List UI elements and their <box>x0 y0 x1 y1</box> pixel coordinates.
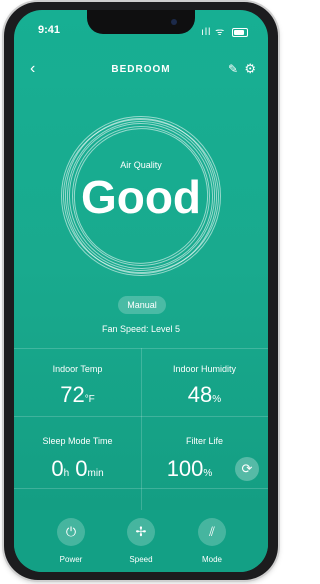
mode-pill[interactable]: Manual <box>118 296 166 314</box>
camera <box>171 19 177 25</box>
speed-label: Speed <box>129 555 153 564</box>
indoor-temp-value: 72°F <box>60 382 95 407</box>
air-quality-label: Air Quality <box>120 160 162 170</box>
bottom-controls: ⏻ Power ✢ Speed ⫽ Mode <box>14 510 268 572</box>
indoor-temp-label: Indoor Temp <box>52 364 103 374</box>
filter-life-label: Filter Life <box>185 436 223 446</box>
signal-icon: ıll <box>201 27 212 38</box>
power-button[interactable]: ⏻ Power <box>41 518 101 564</box>
phone-frame: 9:41 ıll ᯤ ‹ BEDROOM ✎ ⚙ Air Quality Goo… <box>4 2 278 580</box>
gear-icon[interactable]: ⚙ <box>244 61 256 77</box>
fan-speed-text: Fan Speed: Level 5 <box>101 324 181 334</box>
power-icon: ⏻ <box>57 518 85 546</box>
air-quality-value: Good <box>80 171 202 223</box>
indoor-humidity-label: Indoor Humidity <box>172 364 237 374</box>
mode-button[interactable]: ⫽ Mode <box>182 518 242 564</box>
battery-icon <box>232 27 248 37</box>
indoor-humidity-value: 48% <box>187 382 222 407</box>
app-screen: 9:41 ıll ᯤ ‹ BEDROOM ✎ ⚙ Air Quality Goo… <box>14 10 268 572</box>
fan-icon: ✢ <box>127 518 155 546</box>
mode-icon: ⫽ <box>198 518 226 546</box>
mode-label: Mode <box>201 555 222 564</box>
header: ‹ BEDROOM ✎ ⚙ <box>14 60 268 80</box>
wifi-icon: ᯤ <box>215 27 226 38</box>
status-icons: ıll ᯤ <box>201 24 248 38</box>
notch <box>87 10 195 34</box>
filter-life-value: 100% <box>166 456 213 481</box>
sleep-mode-label: Sleep Mode Time <box>42 436 113 446</box>
power-label: Power <box>59 555 83 564</box>
refresh-icon[interactable]: ⟳ <box>235 457 259 481</box>
edit-icon[interactable]: ✎ <box>228 62 238 76</box>
speed-button[interactable]: ✢ Speed <box>111 518 171 564</box>
status-time: 9:41 <box>38 24 61 36</box>
sleep-mode-value: 0h 0min <box>51 456 104 481</box>
